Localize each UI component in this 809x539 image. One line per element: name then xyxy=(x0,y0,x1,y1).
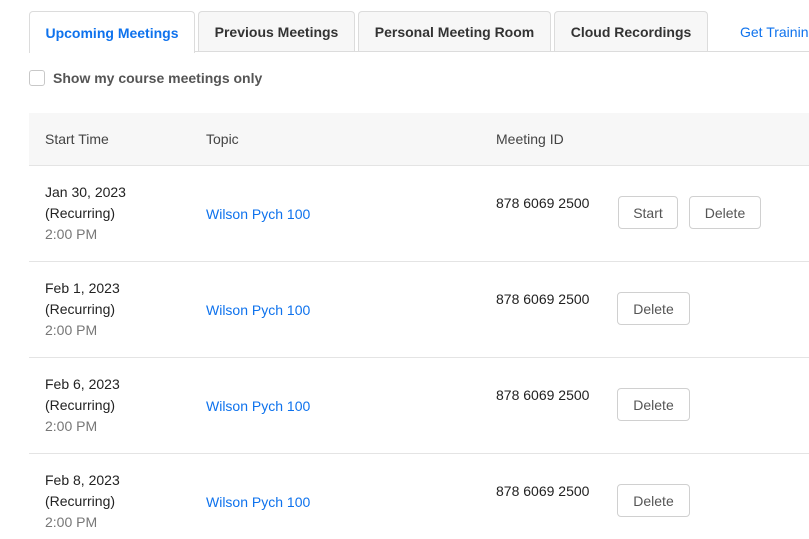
meeting-time: 2:00 PM xyxy=(45,322,98,338)
meetings-table: Start Time Topic Meeting ID Jan 30, 2023… xyxy=(29,113,809,539)
meeting-topic-link[interactable]: Wilson Pych 100 xyxy=(206,204,310,225)
delete-button[interactable]: Delete xyxy=(689,196,761,229)
meetings-tabs: Upcoming Meetings Previous Meetings Pers… xyxy=(0,0,809,53)
start-time-cell: Feb 6, 2023 (Recurring) 2:00 PM xyxy=(45,374,185,437)
table-row: Feb 8, 2023 (Recurring) 2:00 PM Wilson P… xyxy=(29,454,809,539)
meeting-id: 878 6069 2500 xyxy=(496,195,590,211)
table-header: Start Time Topic Meeting ID xyxy=(29,113,809,166)
meetings-page: Upcoming Meetings Previous Meetings Pers… xyxy=(0,0,809,539)
tab-upcoming-meetings[interactable]: Upcoming Meetings xyxy=(29,11,195,53)
column-header-start-time: Start Time xyxy=(45,131,109,147)
meeting-id: 878 6069 2500 xyxy=(496,291,590,307)
tab-personal-meeting-room[interactable]: Personal Meeting Room xyxy=(358,11,551,52)
course-filter: Show my course meetings only xyxy=(29,69,262,87)
delete-button[interactable]: Delete xyxy=(617,484,690,517)
table-row: Jan 30, 2023 (Recurring) 2:00 PM Wilson … xyxy=(29,166,809,262)
start-time-cell: Jan 30, 2023 (Recurring) 2:00 PM xyxy=(45,182,185,245)
tab-cloud-recordings[interactable]: Cloud Recordings xyxy=(554,11,708,52)
get-training-link[interactable]: Get Training xyxy=(740,11,809,52)
start-button[interactable]: Start xyxy=(618,196,678,229)
meeting-time: 2:00 PM xyxy=(45,418,98,434)
meeting-date: Feb 8, 2023 (Recurring) xyxy=(45,472,120,509)
meeting-topic-link[interactable]: Wilson Pych 100 xyxy=(206,492,310,513)
start-time-cell: Feb 8, 2023 (Recurring) 2:00 PM xyxy=(45,470,185,533)
tab-previous-meetings[interactable]: Previous Meetings xyxy=(198,11,355,52)
table-row: Feb 6, 2023 (Recurring) 2:00 PM Wilson P… xyxy=(29,358,809,454)
delete-button[interactable]: Delete xyxy=(617,388,690,421)
course-meetings-label[interactable]: Show my course meetings only xyxy=(53,70,262,86)
meeting-date: Jan 30, 2023 (Recurring) xyxy=(45,184,126,221)
meeting-topic-link[interactable]: Wilson Pych 100 xyxy=(206,396,310,417)
delete-button[interactable]: Delete xyxy=(617,292,690,325)
column-header-meeting-id: Meeting ID xyxy=(496,131,564,147)
meeting-id: 878 6069 2500 xyxy=(496,483,590,499)
meeting-time: 2:00 PM xyxy=(45,514,98,530)
meeting-id: 878 6069 2500 xyxy=(496,387,590,403)
meeting-topic-link[interactable]: Wilson Pych 100 xyxy=(206,300,310,321)
meeting-date: Feb 1, 2023 (Recurring) xyxy=(45,280,120,317)
course-meetings-checkbox[interactable] xyxy=(29,70,45,86)
start-time-cell: Feb 1, 2023 (Recurring) 2:00 PM xyxy=(45,278,185,341)
meeting-date: Feb 6, 2023 (Recurring) xyxy=(45,376,120,413)
table-row: Feb 1, 2023 (Recurring) 2:00 PM Wilson P… xyxy=(29,262,809,358)
meeting-time: 2:00 PM xyxy=(45,226,98,242)
column-header-topic: Topic xyxy=(206,131,239,147)
